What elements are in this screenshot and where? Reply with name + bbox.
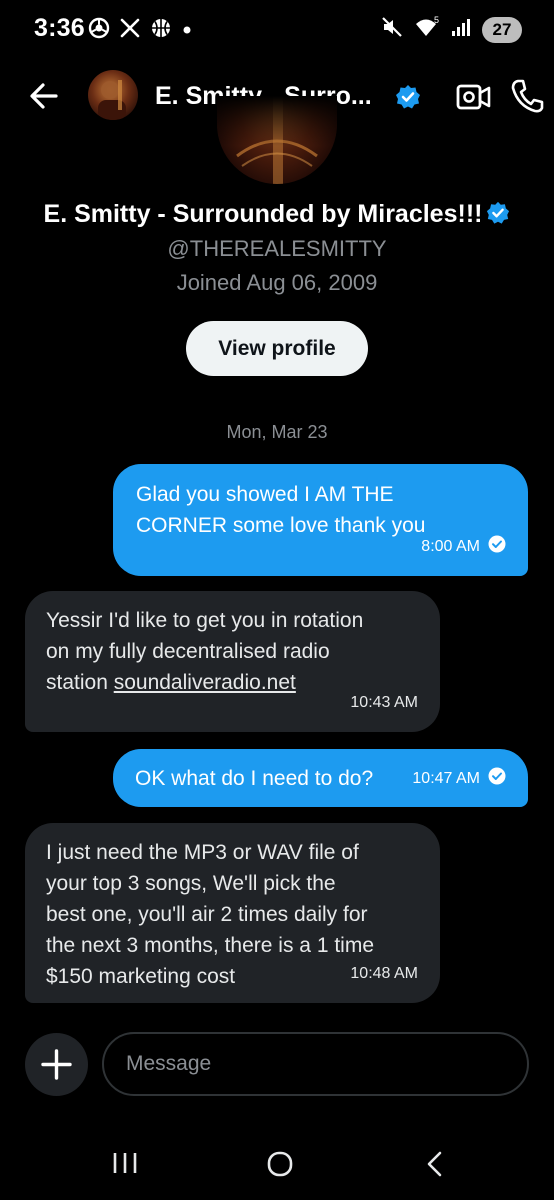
message-line: Yessir I'd like to get you in rotation	[46, 609, 364, 632]
message-text: station	[46, 671, 114, 694]
video-call-button[interactable]	[456, 80, 492, 119]
mute-icon	[380, 15, 404, 44]
signal-icon	[450, 16, 472, 43]
chevron-left-icon	[427, 1151, 442, 1177]
plus-icon	[41, 1049, 72, 1080]
message-line: I just need the MP3 or WAV file of	[46, 841, 359, 864]
message-line: best one, you'll air 2 times daily for	[46, 903, 368, 926]
message-meta: 8:00 AM	[421, 531, 506, 562]
read-receipt-icon	[488, 531, 506, 562]
message-link[interactable]: soundaliveradio.net	[114, 671, 296, 694]
message-input[interactable]	[102, 1032, 529, 1096]
profile-name-text: E. Smitty - Surrounded by Miracles!!!	[43, 200, 483, 228]
recents-button[interactable]	[112, 1151, 138, 1180]
x-icon	[120, 18, 140, 43]
message-time: 10:47 AM	[412, 769, 480, 787]
message-meta: 10:43 AM	[350, 685, 418, 718]
back-arrow-icon	[30, 83, 58, 109]
status-time: 3:36	[34, 14, 85, 42]
profile-handle: @THEREALESMITTY	[167, 236, 387, 261]
message-bubble-incoming[interactable]: I just need the MP3 or WAV file of your …	[25, 823, 440, 1003]
home-icon	[267, 1151, 293, 1177]
phone-call-icon	[511, 79, 544, 113]
phone-call-button[interactable]	[510, 78, 544, 119]
verified-badge-icon	[486, 201, 510, 232]
avatar[interactable]	[88, 70, 138, 120]
message-text: OK what do I need to do?	[135, 766, 374, 790]
wifi-icon: 5	[414, 15, 440, 44]
profile-joined-date: Joined Aug 06, 2009	[176, 270, 378, 295]
basketball-icon	[150, 17, 172, 44]
home-button[interactable]	[266, 1150, 294, 1183]
system-icons: 5 27	[380, 15, 522, 44]
message-bubble-outgoing[interactable]: OK what do I need to do? 10:47 AM	[113, 749, 528, 807]
recents-icon	[113, 1153, 137, 1173]
battery-icon: 27	[482, 16, 522, 43]
profile-name: E. Smitty - Surrounded by Miracles!!!	[0, 200, 554, 232]
avatar-fade	[217, 96, 337, 146]
view-profile-button[interactable]: View profile	[186, 321, 368, 376]
svg-text:5: 5	[434, 15, 439, 25]
add-attachment-button[interactable]	[25, 1033, 88, 1096]
message-time: 10:43 AM	[350, 694, 418, 711]
profile-avatar[interactable]	[217, 96, 337, 184]
read-receipt-icon	[488, 763, 506, 794]
notification-icons	[88, 17, 192, 44]
date-separator: Mon, Mar 23	[226, 422, 328, 442]
status-bar: 3:36 5 27	[0, 0, 554, 60]
dot-icon	[182, 22, 192, 40]
message-meta: 10:48 AM	[350, 956, 418, 989]
message-line: your top 3 songs, We'll pick the	[46, 872, 336, 895]
message-time: 10:48 AM	[350, 965, 418, 982]
system-nav-bar	[0, 1128, 554, 1200]
back-button[interactable]	[26, 78, 62, 114]
message-line: Glad you showed I AM THE	[136, 483, 394, 506]
verified-badge-icon	[395, 84, 421, 115]
message-bubble-outgoing[interactable]: Glad you showed I AM THE CORNER some lov…	[113, 464, 528, 576]
message-time: 8:00 AM	[421, 538, 480, 555]
message-bubble-incoming[interactable]: Yessir I'd like to get you in rotation o…	[25, 591, 440, 732]
dm-conversation-screen: 3:36 5 27 E. E. Smitty - Surrounded by M…	[0, 0, 554, 1200]
message-line: on my fully decentralised radio	[46, 640, 330, 663]
video-call-icon	[456, 84, 491, 110]
system-back-button[interactable]	[424, 1150, 446, 1183]
message-meta: 10:47 AM	[412, 763, 506, 794]
chrome-icon	[88, 17, 110, 44]
